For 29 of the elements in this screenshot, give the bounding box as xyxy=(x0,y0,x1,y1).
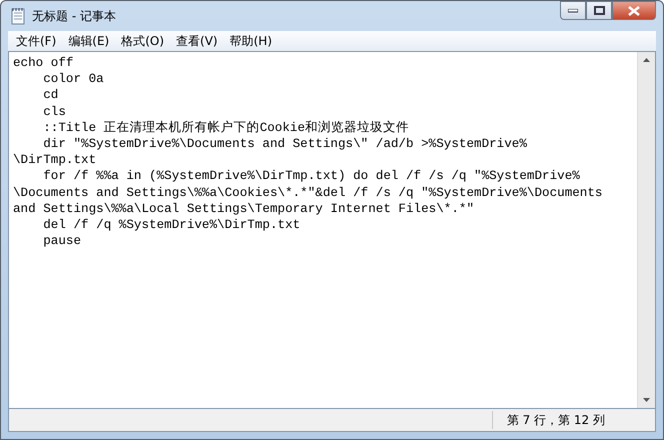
minimize-button[interactable] xyxy=(560,1,586,20)
text-line: for /f %%a in (%SystemDrive%\DirTmp.txt) do del /f /s /q "%SystemDrive% xyxy=(42,168,580,185)
text-line: \Documents and Settings\%%a\Cookies\*.*"&del /f /s /q "%SystemDrive%\Documents xyxy=(13,184,602,201)
text-line: color 0a xyxy=(42,71,104,88)
text-line: del /f /q %SystemDrive%\DirTmp.txt xyxy=(42,217,300,234)
text-line: cd xyxy=(42,87,58,104)
text-line: cls xyxy=(42,104,66,120)
menu-item[interactable]: 编辑(E) xyxy=(62,32,116,50)
text-line: pause xyxy=(42,233,82,250)
menu-item[interactable]: 格式(O) xyxy=(115,32,170,50)
window-title: 无标题 - 记事本 xyxy=(32,8,116,24)
text-line: \DirTmp.txt xyxy=(13,152,96,168)
close-icon xyxy=(628,6,640,16)
notepad-icon xyxy=(10,7,26,25)
minimize-icon xyxy=(568,8,578,12)
menu-item[interactable]: 帮助(H) xyxy=(224,32,278,50)
scrollbar[interactable] xyxy=(637,52,655,408)
maximize-icon xyxy=(594,6,604,15)
scroll-down-icon xyxy=(643,398,650,402)
text-line: ::Title 正在清理本机所有帐户下的Cookie和浏览器垃圾文件 xyxy=(42,120,410,136)
text-line: and Settings\%%a\Local Settings\Temporary Internet Files\*.*" xyxy=(13,200,474,218)
maximize-button[interactable] xyxy=(586,1,612,20)
text-line: dir "%SystemDrive%\Documents and Settings\" /ad/b >%SystemDrive% xyxy=(42,136,527,152)
scroll-up-icon xyxy=(643,58,650,62)
menu-item[interactable]: 查看(V) xyxy=(170,32,224,50)
close-button[interactable] xyxy=(612,1,656,20)
cursor-position: 第 7 行，第 12 列 xyxy=(506,412,605,428)
text-line: echo off xyxy=(13,55,74,72)
menu-item[interactable]: 文件(F) xyxy=(10,32,62,50)
